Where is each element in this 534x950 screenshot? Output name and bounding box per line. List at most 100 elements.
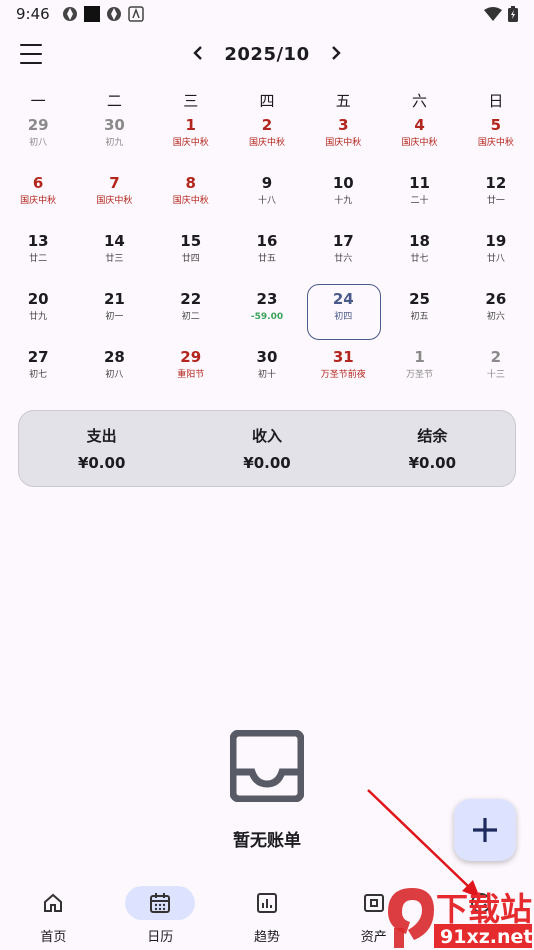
day-cell[interactable]: 28 初八: [76, 344, 152, 402]
day-number: 30: [103, 116, 125, 134]
add-record-button[interactable]: [454, 799, 516, 861]
income-summary: 收入 ¥0.00: [184, 425, 349, 472]
day-cell[interactable]: 29 初八: [0, 112, 76, 170]
day-cell[interactable]: 1 万圣节: [381, 344, 457, 402]
weekday-label: 六: [412, 92, 428, 110]
battery-icon: [508, 6, 518, 22]
day-number: 17: [332, 232, 354, 250]
day-lunar-label: 廿四: [181, 254, 200, 264]
day-cell[interactable]: 22 初二: [153, 286, 229, 344]
day-lunar-label: 初八: [105, 370, 124, 380]
day-cell[interactable]: 16 廿五: [229, 228, 305, 286]
day-cell[interactable]: 30 初九: [76, 112, 152, 170]
day-cell[interactable]: 2 国庆中秋: [229, 112, 305, 170]
day-number: 10: [332, 174, 354, 192]
balance-value: ¥0.00: [408, 454, 457, 472]
day-lunar-label: 国庆中秋: [96, 196, 133, 206]
day-cell[interactable]: 12 廿一: [458, 170, 534, 228]
income-value: ¥0.00: [243, 454, 291, 472]
day-cell[interactable]: 4 国庆中秋: [381, 112, 457, 170]
system-icons: [484, 6, 518, 22]
day-cell[interactable]: 3 国庆中秋: [305, 112, 381, 170]
day-cell[interactable]: 5 国庆中秋: [458, 112, 534, 170]
summary-card: 支出 ¥0.00 收入 ¥0.00 结余 ¥0.00: [18, 410, 516, 487]
month-title[interactable]: 2025/10: [224, 44, 309, 65]
day-lunar-label: 初二: [181, 312, 200, 322]
day-number: 12: [485, 174, 507, 192]
status-bar: 9:46: [0, 0, 534, 28]
day-lunar-label: 初八: [29, 138, 48, 148]
day-cell[interactable]: 13 廿二: [0, 228, 76, 286]
nav-trend[interactable]: 趋势: [214, 878, 321, 950]
nav-home[interactable]: 首页: [0, 878, 107, 950]
weekday-label: 日: [488, 92, 504, 110]
day-cell[interactable]: 18 廿七: [381, 228, 457, 286]
app-notification-icon: [106, 7, 121, 21]
watermark-line1: 下载站: [436, 890, 532, 928]
day-cell[interactable]: 14 廿三: [76, 228, 152, 286]
prev-month-button[interactable]: [188, 42, 208, 66]
expense-summary: 支出 ¥0.00: [19, 425, 184, 472]
day-lunar-label: 廿一: [486, 196, 505, 206]
day-cell[interactable]: 21 初一: [76, 286, 152, 344]
day-lunar-label: 初十: [257, 370, 276, 380]
home-icon: [44, 893, 63, 912]
day-cell[interactable]: 6 国庆中秋: [0, 170, 76, 228]
menu-icon[interactable]: [20, 44, 42, 64]
top-bar: 2025/10: [0, 36, 534, 72]
day-lunar-label: 十八: [257, 196, 276, 206]
day-cell[interactable]: 20 廿九: [0, 286, 76, 344]
day-number: 23: [256, 290, 278, 308]
day-cell[interactable]: 2 十三: [458, 344, 534, 402]
day-number: 6: [32, 174, 44, 192]
chevron-left-icon: [193, 46, 203, 60]
day-number: 26: [485, 290, 507, 308]
day-cell[interactable]: 19 廿八: [458, 228, 534, 286]
weekday-header: 一二三四五六日: [0, 90, 534, 112]
day-cell[interactable]: 7 国庆中秋: [76, 170, 152, 228]
day-cell[interactable]: 10 十九: [305, 170, 381, 228]
day-cell[interactable]: 26 初六: [458, 286, 534, 344]
day-lunar-label: 国庆中秋: [172, 196, 209, 206]
day-cell[interactable]: 30 初十: [229, 344, 305, 402]
day-number: 28: [103, 348, 125, 366]
wallet-icon: [363, 894, 384, 912]
nav-label: 资产: [360, 930, 387, 945]
day-cell[interactable]: 29 重阳节: [153, 344, 229, 402]
day-cell[interactable]: 23 -59.00: [229, 286, 305, 344]
app-notification-icon: [62, 7, 77, 21]
day-number: 24: [332, 290, 354, 308]
day-number: 30: [256, 348, 278, 366]
day-number: 16: [256, 232, 278, 250]
day-lunar-label: 国庆中秋: [20, 196, 57, 206]
weekday-label: 五: [335, 92, 351, 110]
day-lunar-label: 十九: [334, 196, 353, 206]
day-number: 1: [414, 348, 425, 366]
day-cell[interactable]: 9 十八: [229, 170, 305, 228]
day-number: 5: [490, 116, 502, 134]
day-cell[interactable]: 1 国庆中秋: [153, 112, 229, 170]
nav-label: 首页: [40, 930, 67, 945]
site-watermark-logo: 下载站 91xz.net: [388, 888, 532, 948]
day-lunar-label: 重阳节: [177, 370, 205, 380]
day-cell[interactable]: 17 廿六: [305, 228, 381, 286]
nav-icon-container: [18, 886, 88, 920]
day-lunar-label: 初九: [105, 138, 124, 148]
day-cell[interactable]: 27 初七: [0, 344, 76, 402]
day-cell[interactable]: 31 万圣节前夜: [305, 344, 381, 402]
day-cell[interactable]: 15 廿四: [153, 228, 229, 286]
day-cell[interactable]: 8 国庆中秋: [153, 170, 229, 228]
next-month-button[interactable]: [326, 42, 346, 66]
day-number: 3: [338, 116, 349, 134]
day-lunar-label: 廿二: [29, 254, 48, 264]
nav-calendar[interactable]: 日历: [107, 878, 214, 950]
notification-icons: [62, 6, 144, 22]
nav-icon-container: [125, 886, 196, 920]
day-number: 2: [261, 116, 273, 134]
expense-value: ¥0.00: [77, 454, 126, 472]
day-cell-today[interactable]: 24 初四: [305, 284, 382, 344]
day-cell[interactable]: 11 二十: [381, 170, 457, 228]
day-lunar-label: 廿七: [410, 254, 429, 264]
inbox-icon: [230, 730, 304, 802]
day-cell[interactable]: 25 初五: [381, 286, 457, 344]
